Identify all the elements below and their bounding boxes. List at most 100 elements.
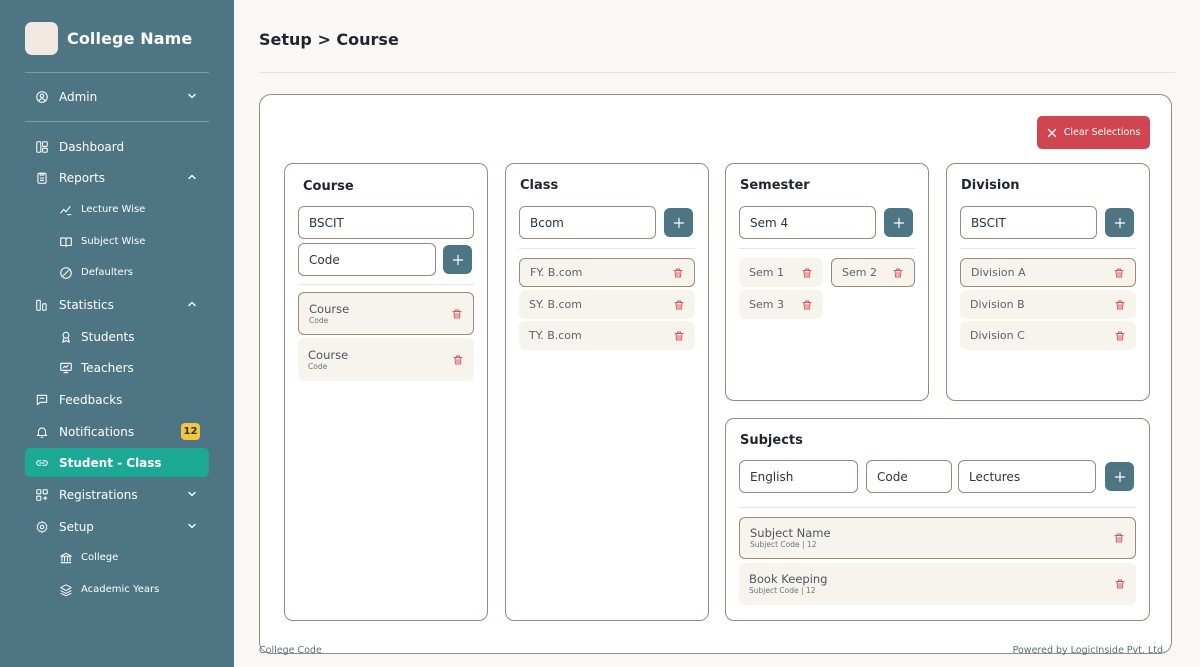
sidebar-item-label: Statistics xyxy=(59,297,114,312)
trash-icon[interactable] xyxy=(452,354,464,366)
sidebar-item-label: Subject Wise xyxy=(81,236,146,247)
trash-icon[interactable] xyxy=(1113,267,1125,279)
subject-name-input[interactable]: English xyxy=(739,460,858,493)
division-list-item[interactable]: Division C xyxy=(960,321,1136,350)
subject-list-item[interactable]: Book Keeping Subject Code | 12 xyxy=(739,563,1136,605)
course-list-item[interactable]: Course Code xyxy=(298,338,474,381)
class-list-item[interactable]: FY. B.com xyxy=(519,258,695,287)
footer-powered-by[interactable]: Powered by LogicInside Pvt. Ltd. xyxy=(1013,645,1166,656)
semester-input[interactable]: Sem 4 xyxy=(739,206,876,239)
class-list-item[interactable]: SY. B.com xyxy=(519,290,695,319)
semester-list-item[interactable]: Sem 3 xyxy=(739,290,823,319)
trash-icon[interactable] xyxy=(1114,578,1126,590)
layers-icon xyxy=(59,583,73,597)
sidebar-item-reports[interactable]: Reports xyxy=(25,163,209,192)
add-subject-button[interactable] xyxy=(1105,462,1134,491)
trash-icon[interactable] xyxy=(1113,532,1125,544)
bar-chart-icon xyxy=(35,298,49,312)
chevron-up-icon[interactable] xyxy=(187,299,197,309)
sidebar-item-label: Defaulters xyxy=(81,267,134,278)
plus-icon xyxy=(1113,470,1127,484)
course-panel-title: Course xyxy=(303,179,354,194)
award-icon xyxy=(59,330,73,344)
subject-code-input[interactable]: Code xyxy=(866,460,952,493)
division-item-label: Division C xyxy=(970,329,1025,342)
division-input[interactable]: BSCIT xyxy=(960,206,1097,239)
add-course-button[interactable] xyxy=(443,245,472,274)
sidebar-item-defaulters[interactable]: Defaulters xyxy=(25,258,209,287)
sidebar-item-dashboard[interactable]: Dashboard xyxy=(25,132,209,161)
sidebar-item-label: Academic Years xyxy=(81,584,160,595)
clear-selections-button[interactable]: Clear Selections xyxy=(1037,116,1150,149)
sidebar-item-label: Dashboard xyxy=(59,139,125,154)
gear-icon xyxy=(35,520,49,534)
add-semester-button[interactable] xyxy=(884,208,913,237)
semester-item-label: Sem 2 xyxy=(842,266,877,279)
sidebar-item-label: Notifications xyxy=(59,424,135,439)
sidebar-item-teachers[interactable]: Teachers xyxy=(25,353,209,382)
sidebar-item-statistics[interactable]: Statistics xyxy=(25,290,209,319)
course-name-input[interactable]: BSCIT xyxy=(298,206,474,239)
trash-icon[interactable] xyxy=(451,308,463,320)
trash-icon[interactable] xyxy=(1114,299,1126,311)
chevron-down-icon[interactable] xyxy=(187,489,197,499)
clear-selections-label: Clear Selections xyxy=(1063,127,1141,138)
trash-icon[interactable] xyxy=(673,330,685,342)
course-code-input[interactable]: Code xyxy=(298,243,436,276)
add-class-button[interactable] xyxy=(664,208,693,237)
semester-panel-title: Semester xyxy=(740,178,810,193)
class-panel-title: Class xyxy=(520,178,559,193)
sidebar-item-subject-wise[interactable]: Subject Wise xyxy=(25,227,209,256)
brand[interactable]: College Name xyxy=(25,22,192,55)
semester-item-label: Sem 1 xyxy=(749,266,784,279)
course-list-item[interactable]: Course Code xyxy=(298,292,474,335)
trash-icon[interactable] xyxy=(892,267,904,279)
chevron-up-icon[interactable] xyxy=(187,172,197,182)
course-divider xyxy=(298,284,474,285)
subject-lectures-input[interactable]: Lectures xyxy=(958,460,1096,493)
trash-icon[interactable] xyxy=(1114,330,1126,342)
trash-icon[interactable] xyxy=(672,267,684,279)
semester-list-item[interactable]: Sem 2 xyxy=(831,258,915,287)
trash-icon[interactable] xyxy=(801,267,813,279)
course-item-name: Course xyxy=(309,301,350,316)
sidebar-item-feedbacks[interactable]: Feedbacks xyxy=(25,385,209,414)
sidebar-item-student-class[interactable]: Student - Class xyxy=(25,448,209,477)
sidebar-item-lecture-wise[interactable]: Lecture Wise xyxy=(25,195,209,224)
subject-item-name: Book Keeping xyxy=(749,572,828,586)
division-list-item[interactable]: Division A xyxy=(960,258,1136,287)
sidebar-item-label: Lecture Wise xyxy=(81,204,146,215)
semester-list-item[interactable]: Sem 1 xyxy=(739,258,823,287)
book-open-icon xyxy=(59,235,73,249)
sidebar-item-notifications[interactable]: Notifications 12 xyxy=(25,417,209,446)
add-division-button[interactable] xyxy=(1105,208,1134,237)
sidebar-item-academic-years[interactable]: Academic Years xyxy=(25,575,209,604)
sidebar-item-students[interactable]: Students xyxy=(25,322,209,351)
subject-list-item[interactable]: Subject Name Subject Code | 12 xyxy=(739,517,1136,559)
close-icon xyxy=(1047,128,1056,137)
sidebar-item-label: Student - Class xyxy=(59,455,162,470)
sidebar-item-setup[interactable]: Setup xyxy=(25,512,209,541)
sidebar-divider xyxy=(25,72,209,73)
trash-icon[interactable] xyxy=(673,299,685,311)
sidebar-item-label: Teachers xyxy=(81,360,134,375)
class-list-item[interactable]: TY. B.com xyxy=(519,321,695,350)
division-list-item[interactable]: Division B xyxy=(960,290,1136,319)
subjects-divider xyxy=(739,507,1136,508)
sidebar-item-registrations[interactable]: Registrations xyxy=(25,480,209,509)
course-item-name: Course xyxy=(308,347,349,362)
sidebar-item-college[interactable]: College xyxy=(25,543,209,572)
subjects-panel: Subjects English Code Lectures Subject N… xyxy=(725,418,1150,621)
plus-icon xyxy=(451,253,465,267)
sidebar-item-label: Registrations xyxy=(59,487,138,502)
division-item-label: Division B xyxy=(970,298,1025,311)
chevron-down-icon[interactable] xyxy=(187,91,197,101)
bell-icon xyxy=(35,425,49,439)
sidebar-item-admin[interactable]: Admin xyxy=(25,82,209,111)
chevron-down-icon[interactable] xyxy=(187,521,197,531)
trash-icon[interactable] xyxy=(801,299,813,311)
dashboard-icon xyxy=(35,140,49,154)
sidebar-item-label: Setup xyxy=(59,519,94,534)
class-input[interactable]: Bcom xyxy=(519,206,656,239)
division-divider xyxy=(960,248,1136,249)
